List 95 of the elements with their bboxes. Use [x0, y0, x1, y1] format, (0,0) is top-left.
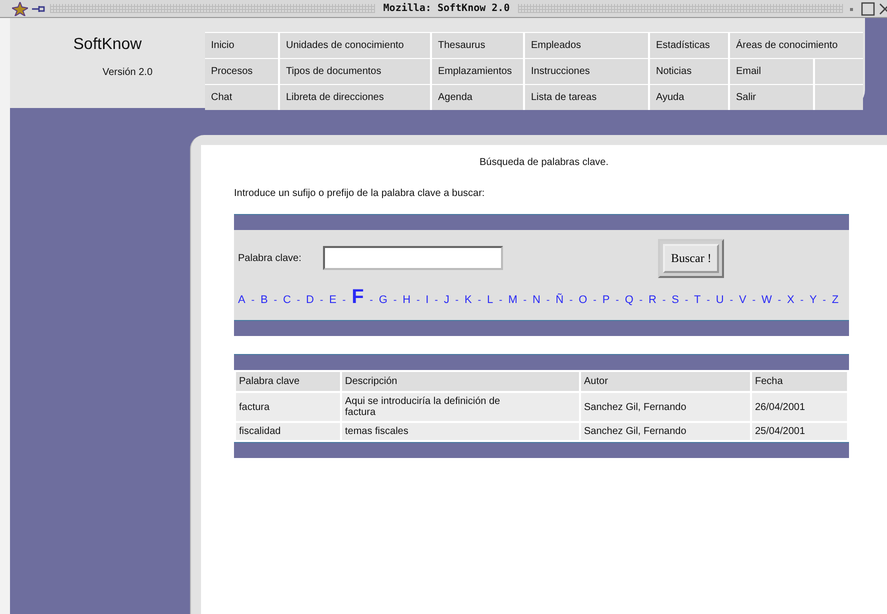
separator-dash: -	[320, 295, 324, 306]
letter-link[interactable]: F	[352, 286, 364, 309]
menu-link[interactable]: Ayuda	[650, 85, 728, 110]
separator-dash: -	[706, 295, 710, 306]
letter-link[interactable]: Y	[809, 294, 817, 306]
menu-link[interactable]: Lista de tareas	[525, 85, 648, 110]
menu-link[interactable]: Unidades de conocimiento	[280, 33, 430, 58]
keyword-field[interactable]	[323, 246, 503, 270]
letter-link[interactable]: J	[444, 294, 450, 306]
separator-dash: -	[523, 295, 527, 306]
separator-dash: -	[393, 295, 397, 306]
letter-link[interactable]: I	[426, 294, 429, 306]
separator-dash: -	[778, 295, 782, 306]
separator-dash: -	[274, 295, 278, 306]
separator-dash: -	[593, 295, 596, 306]
separator-dash: -	[730, 295, 734, 306]
menu-link[interactable]: Procesos	[205, 59, 278, 84]
letter-link[interactable]: O	[578, 294, 588, 306]
menu-link[interactable]: Agenda	[432, 85, 523, 110]
letter-link[interactable]: K	[464, 294, 472, 306]
menu-link[interactable]: Noticias	[650, 59, 728, 84]
separator-dash: -	[416, 295, 420, 306]
letter-link[interactable]: S	[672, 294, 679, 306]
table-cell: Sanchez Gil, Fernando	[581, 423, 750, 440]
table-cell: fiscalidad	[236, 423, 340, 440]
letter-link[interactable]: L	[486, 294, 494, 306]
column-header: Fecha	[752, 372, 847, 391]
separator-dash: -	[478, 295, 482, 306]
separator-dash: -	[296, 295, 300, 306]
app-icon[interactable]	[12, 2, 28, 16]
menu-link[interactable]: Tipos de documentos	[280, 59, 430, 84]
column-header: Descripción	[342, 372, 579, 391]
menu-link[interactable]: Inicio	[205, 33, 278, 58]
table-cell-text: Aqui se introduciría la definición de factura	[345, 396, 502, 418]
field-label: Palabra clave:	[238, 252, 302, 264]
letter-link[interactable]: U	[716, 294, 724, 306]
separator-dash: -	[569, 295, 573, 306]
letter-link[interactable]: N	[532, 294, 540, 306]
window-title: Mozilla: SoftKnow 2.0	[382, 3, 511, 14]
table-cell: 26/04/2001	[752, 393, 847, 421]
letter-link[interactable]: D	[306, 294, 314, 306]
table-cell: Sanchez Gil, Fernando	[581, 393, 750, 421]
letter-link[interactable]: H	[402, 294, 411, 306]
separator-dash: -	[251, 295, 255, 306]
instruction-text: Introduce un sufijo o prefijo de la palabra clave a buscar:	[234, 188, 486, 199]
menu-link[interactable]: Thesaurus	[432, 33, 523, 58]
menu-link[interactable]: Libreta de direcciones	[280, 85, 430, 110]
table-cell: factura	[236, 393, 340, 421]
letter-link[interactable]: B	[260, 294, 268, 306]
letter-link[interactable]: E	[329, 294, 336, 306]
maximize-icon[interactable]	[861, 2, 875, 16]
letter-link[interactable]: Ñ	[556, 294, 564, 306]
separator-dash: -	[498, 295, 502, 306]
separator-dash: -	[434, 295, 438, 306]
version-label: Versión 2.0	[102, 67, 153, 78]
pin-icon[interactable]	[32, 4, 46, 14]
separator-dash: -	[684, 295, 688, 306]
column-header: Autor	[581, 372, 750, 391]
letter-link[interactable]: P	[602, 294, 610, 306]
menu-link[interactable]: Estadísticas	[650, 33, 728, 58]
separator-dash: -	[370, 295, 374, 306]
separator-dash: -	[822, 295, 826, 306]
letter-link[interactable]: G	[378, 294, 388, 306]
separator-dash: -	[800, 295, 804, 306]
letter-link[interactable]: A	[238, 294, 246, 306]
close-icon[interactable]	[879, 2, 887, 16]
menu-link[interactable]: Empleados	[525, 33, 648, 58]
app-logo: SoftKnow	[73, 36, 142, 54]
separator-dash: -	[639, 295, 643, 306]
menu-link[interactable]: Email	[730, 59, 813, 84]
letter-link[interactable]: R	[648, 294, 656, 306]
menu-link[interactable]: Áreas de conocimiento	[730, 33, 863, 58]
table-cell: 25/04/2001	[752, 423, 847, 440]
letter-link[interactable]: C	[282, 294, 291, 306]
separator-dash: -	[662, 295, 666, 306]
menu-link[interactable]: Salir	[730, 85, 813, 110]
separator-dash: -	[546, 295, 550, 306]
table-cell-text: temas fiscales	[345, 426, 410, 437]
letter-link[interactable]: W	[761, 294, 772, 306]
menu-link[interactable]: Chat	[205, 85, 278, 110]
separator-dash: -	[342, 295, 346, 306]
search-button[interactable]: Buscar !	[663, 244, 720, 272]
separator-dash: -	[752, 295, 756, 306]
letter-link[interactable]: X	[786, 294, 794, 306]
letter-link[interactable]: Q	[624, 294, 634, 306]
letter-link[interactable]: T	[694, 294, 701, 306]
column-header: Palabra clave	[236, 372, 340, 391]
menu-link[interactable]: Instrucciones	[525, 59, 648, 84]
separator-dash: -	[616, 295, 619, 306]
menu-link[interactable]: Emplazamientos	[432, 59, 523, 84]
separator-dash: -	[455, 295, 459, 306]
page-heading: Búsqueda de palabras clave.	[480, 157, 608, 168]
letter-link[interactable]: V	[738, 294, 746, 306]
letter-link[interactable]: M	[508, 294, 518, 306]
letter-link[interactable]: Z	[832, 294, 839, 306]
